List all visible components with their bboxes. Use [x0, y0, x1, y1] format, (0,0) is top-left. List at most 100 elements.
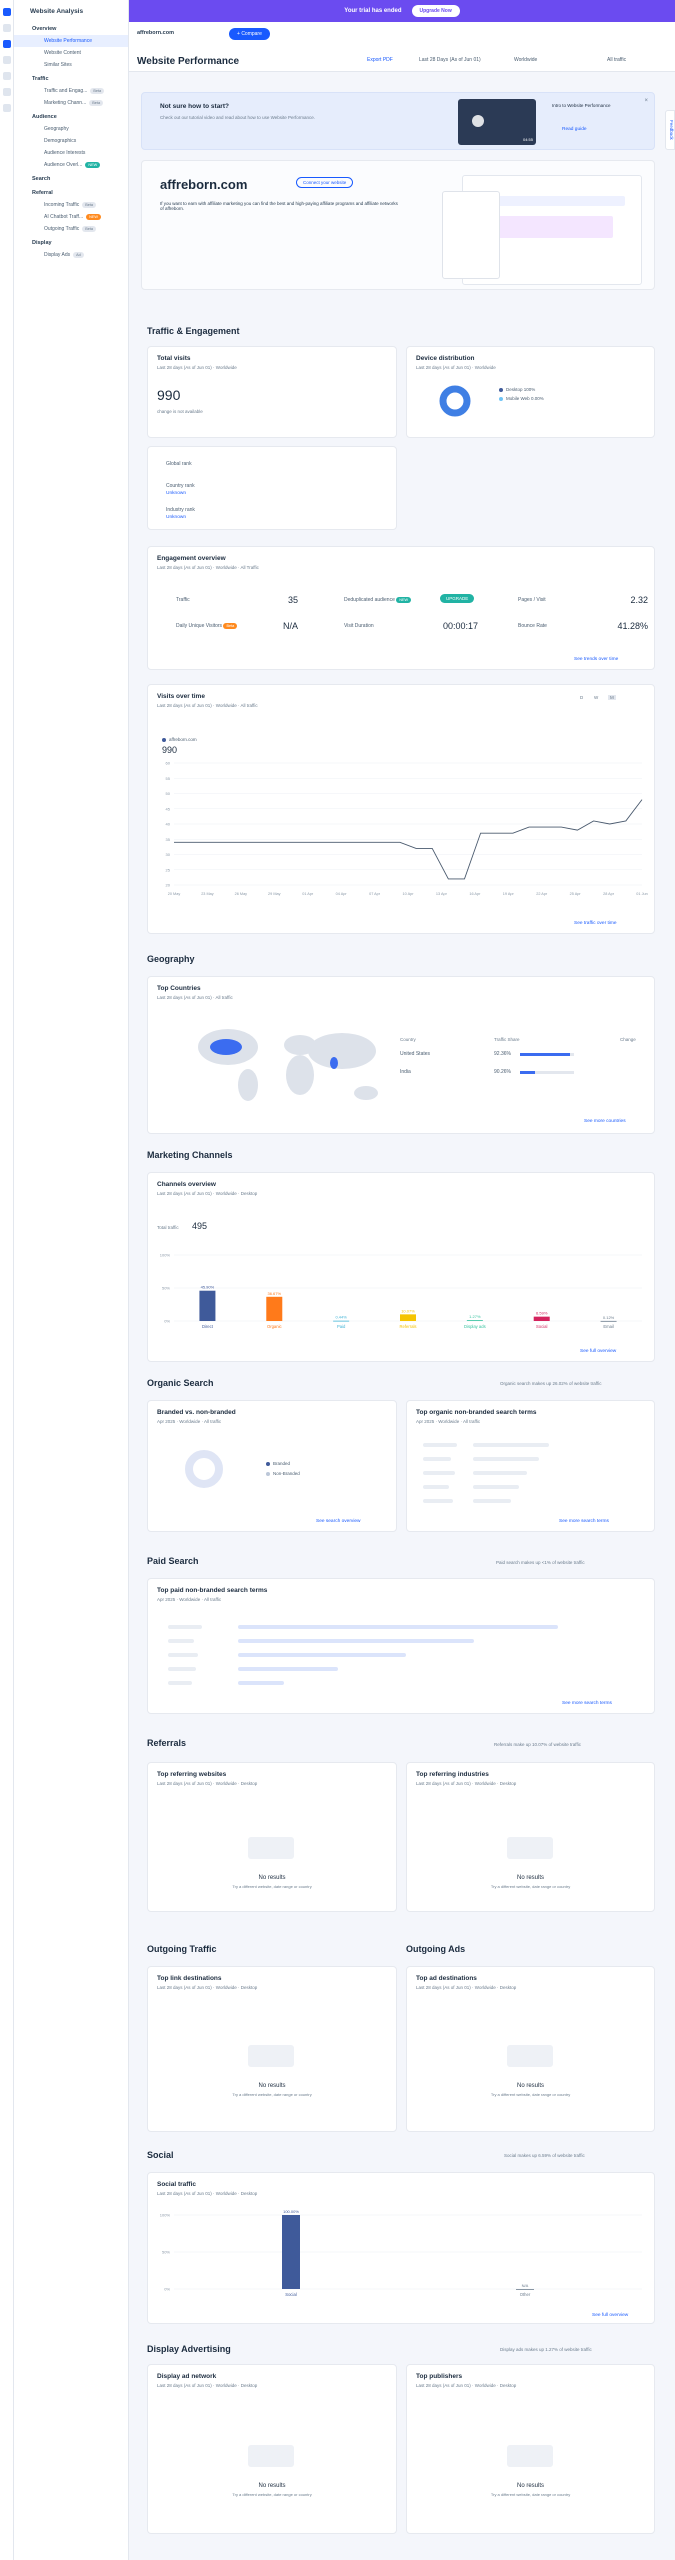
connect-website-button[interactable]: Connect your website [296, 177, 354, 188]
compare-label: Compare [241, 31, 262, 37]
see-traffic-link[interactable]: See traffic over time [574, 921, 617, 926]
social-sub: Last 28 days (As of Jun 01) · Worldwide … [157, 2191, 258, 2196]
granularity-day[interactable]: D [580, 695, 583, 700]
data-label: 10.07% [401, 1308, 415, 1313]
see-more-search-terms-link[interactable]: See more search terms [559, 1519, 609, 1524]
report-icon[interactable] [3, 88, 11, 96]
read-guide-link[interactable]: Read guide [562, 127, 587, 132]
bar-other [516, 2289, 534, 2290]
world-map [198, 1029, 378, 1101]
sidebar-item-display-ads[interactable]: Display Ads Ad [14, 249, 128, 261]
sidebar-item-geography[interactable]: Geography [14, 123, 128, 135]
sidebar-item-incoming-traffic[interactable]: Incoming Traffic Beta [14, 199, 128, 211]
export-pdf-button[interactable]: Export PDF [367, 57, 393, 63]
website-analysis-icon[interactable] [3, 40, 11, 48]
logo-icon[interactable] [3, 8, 11, 16]
skeleton-bar [238, 1667, 338, 1671]
market-icon[interactable] [3, 72, 11, 80]
share-bar-track [520, 1053, 574, 1056]
date: Apr 2025 [416, 1419, 435, 1424]
date-filter[interactable]: Last 28 Days (As of Jun 01) [419, 57, 481, 63]
sidebar-item-ai-chatbot[interactable]: AI Chatbot Traff... NEW [14, 211, 128, 223]
section-marketing-channels: Marketing Channels [147, 1150, 233, 1160]
category-label: Organic [267, 1324, 282, 1329]
see-more-paid-terms-link[interactable]: See more search terms [562, 1701, 612, 1706]
visits-legend: affreborn.com [162, 737, 197, 742]
play-icon[interactable] [472, 115, 484, 127]
display-network-card: Display ad network Last 28 days (As of J… [147, 2364, 397, 2534]
close-icon[interactable]: × [644, 98, 648, 104]
intro-card: Not sure how to start? Check out our tut… [141, 92, 655, 150]
bounce-rate-label: Bounce Rate [518, 623, 547, 629]
skeleton-term [423, 1471, 455, 1475]
global-rank[interactable]: Global rank [166, 461, 192, 467]
link-destinations-card: Top link destinations Last 28 days (As o… [147, 1966, 397, 2132]
sidebar-group-audience[interactable]: Audience [14, 109, 128, 123]
device: Desktop [240, 2383, 258, 2388]
no-results-hint: Try a different website, date range or c… [232, 2092, 312, 2097]
skeleton-bar [238, 1653, 406, 1657]
domain-chip[interactable]: affreborn.com [137, 30, 174, 36]
paid-terms-sub: Apr 2025 · Worldwide · All traffic [157, 1597, 222, 1602]
device: Desktop [240, 1191, 258, 1196]
country-rank[interactable]: Country rank [166, 483, 195, 489]
sidebar-item-outgoing-traffic[interactable]: Outgoing Traffic Beta [14, 223, 128, 235]
sidebar-item-traffic-engagement[interactable]: Traffic and Engag... Beta [14, 85, 128, 97]
compare-button[interactable]: + Compare [229, 28, 270, 40]
y-tick-label: 50 [166, 791, 171, 796]
sidebar-group-search[interactable]: Search [14, 171, 128, 185]
device: Desktop [499, 1985, 517, 1990]
skeleton-bar [238, 1625, 558, 1629]
section-geography: Geography [147, 954, 195, 964]
col-traffic-share: Traffic Share [494, 1037, 520, 1042]
settings-icon[interactable] [3, 104, 11, 112]
upgrade-now-button[interactable]: Upgrade Now [411, 5, 460, 17]
see-search-overview-link[interactable]: See search overview [316, 1519, 361, 1524]
section-paid-search: Paid Search [147, 1556, 199, 1566]
country-row-name[interactable]: United States [400, 1051, 430, 1057]
sidebar-item-demographics[interactable]: Demographics [14, 135, 128, 147]
sidebar-group-referral[interactable]: Referral [14, 185, 128, 199]
traffic-filter[interactable]: All traffic [607, 57, 626, 63]
y-tick-label: 35 [166, 837, 171, 842]
see-more-countries-link[interactable]: See more countries [584, 1119, 626, 1124]
see-full-overview-link[interactable]: See full overview [580, 1349, 616, 1354]
top-publishers-title: Top publishers [416, 2373, 463, 2380]
device-title: Device distribution [416, 355, 475, 362]
sidebar-item-marketing-channels[interactable]: Marketing Chann... Beta [14, 97, 128, 109]
social-title: Social traffic [157, 2181, 197, 2188]
sidebar-group-traffic[interactable]: Traffic [14, 71, 128, 85]
granularity-week[interactable]: W [594, 695, 598, 700]
y-tick-label: 55 [166, 776, 171, 781]
beta-badge: Beta [89, 100, 104, 106]
total-traffic-label: Total traffic [157, 1225, 179, 1230]
y-tick-label: 0% [164, 2287, 170, 2292]
y-tick-label: 50% [162, 2250, 170, 2255]
x-tick-label: 10 Apr [403, 892, 415, 896]
menu-icon[interactable] [3, 24, 11, 32]
sidebar-item-audience-overlap[interactable]: Audience Overl... NEW [14, 159, 128, 171]
see-trends-link[interactable]: See trends over time [574, 657, 618, 662]
sidebar-item-audience-interests[interactable]: Audience Interests [14, 147, 128, 159]
sidebar-group-display[interactable]: Display [14, 235, 128, 249]
australia-shape [354, 1086, 378, 1100]
see-social-overview-link[interactable]: See full overview [592, 2313, 628, 2318]
data-label: 36.67% [267, 1291, 281, 1296]
country-row-name[interactable]: India [400, 1069, 411, 1075]
sidebar-item-similar-sites[interactable]: Similar Sites [14, 59, 128, 71]
y-tick-label: 0% [164, 1319, 170, 1324]
geo-filter[interactable]: Worldwide [514, 57, 537, 63]
ad-badge: Ad [73, 252, 84, 258]
category-label: Display ads [464, 1324, 486, 1329]
intro-video-thumbnail[interactable]: 04:55 [458, 99, 536, 145]
keyword-icon[interactable] [3, 56, 11, 64]
share-bar-track [520, 1071, 574, 1074]
feedback-tab[interactable]: Feedback [665, 110, 675, 150]
category-label: Other [520, 2292, 531, 2297]
industry-rank[interactable]: Industry rank [166, 507, 195, 513]
sidebar-item-website-content[interactable]: Website Content [14, 47, 128, 59]
sidebar-item-website-performance[interactable]: Website Performance [14, 35, 128, 47]
sidebar-group-overview[interactable]: Overview [14, 21, 128, 35]
granularity-month[interactable]: M [608, 695, 616, 700]
upgrade-button[interactable]: UPGRADE [440, 594, 475, 603]
